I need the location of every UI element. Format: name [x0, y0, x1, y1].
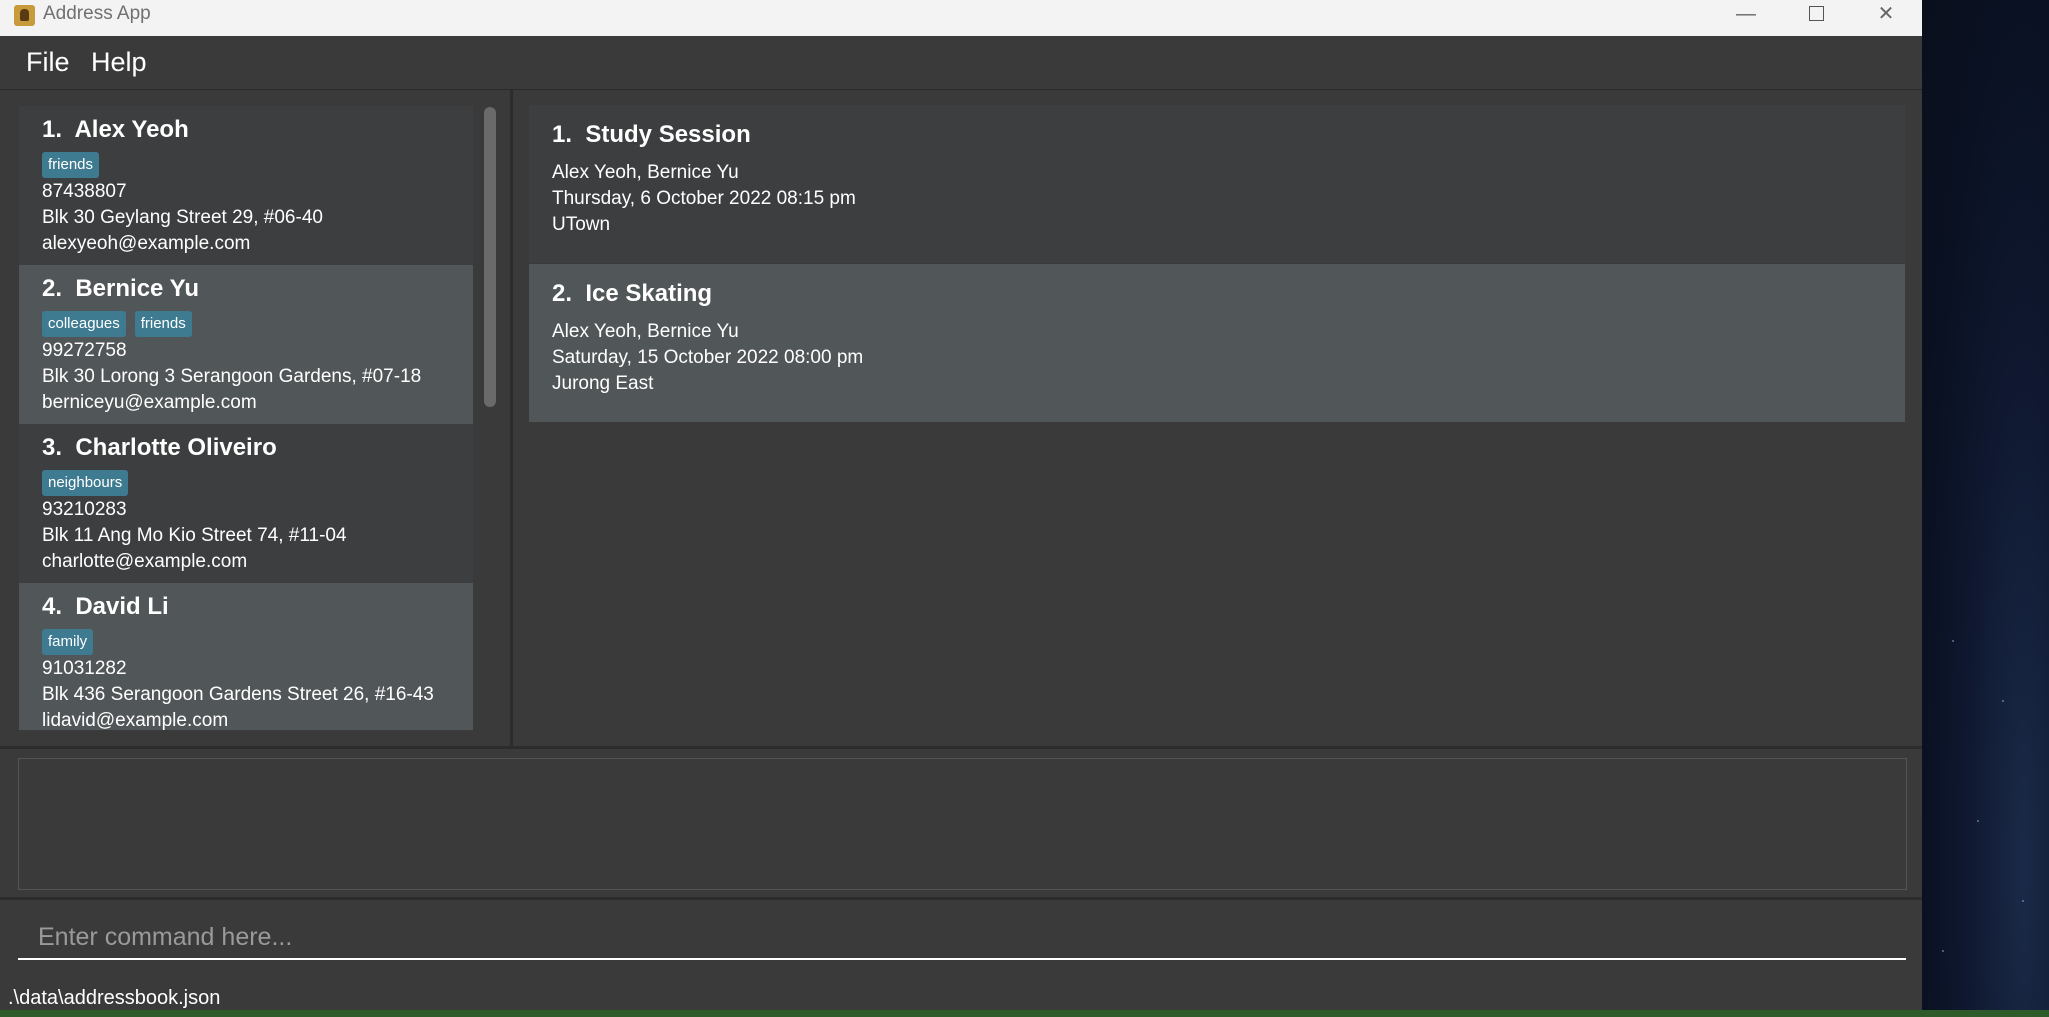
person-phone: 99272758 — [42, 340, 127, 361]
person-card[interactable]: 2. Bernice Yu colleagues friends 99272758… — [19, 265, 473, 424]
person-phone: 93210283 — [42, 499, 127, 520]
save-location-path: .\data\addressbook.json — [8, 987, 221, 1009]
window-title: Address App — [43, 3, 151, 24]
meetup-location: Jurong East — [552, 373, 654, 394]
person-tags: neighbours — [42, 470, 137, 496]
person-phone: 91031282 — [42, 658, 127, 679]
tag-label: friends — [134, 311, 192, 337]
person-card[interactable]: 4. David Li family 91031282 Blk 436 Sera… — [19, 583, 473, 730]
meetup-card[interactable]: 1. Study Session Alex Yeoh, Bernice Yu T… — [529, 105, 1905, 263]
scrollbar-thumb[interactable] — [484, 107, 496, 407]
desktop-background — [1922, 0, 2049, 1017]
meetup-list-panel: 1. Study Session Alex Yeoh, Bernice Yu T… — [513, 92, 1916, 740]
tag-label: family — [42, 629, 94, 655]
person-name: 1. Alex Yeoh — [42, 116, 189, 143]
person-name: 4. David Li — [42, 593, 169, 620]
app-icon — [14, 5, 35, 26]
person-list-scrollbar[interactable] — [478, 106, 498, 730]
address-app-window: Address App — ✕ File Help 1. Alex Yeoh f… — [0, 0, 1922, 1017]
person-list-panel: 1. Alex Yeoh friends 87438807 Blk 30 Gey… — [6, 92, 510, 740]
tag-label: colleagues — [42, 311, 126, 337]
meetup-location: UTown — [552, 214, 611, 235]
meetup-title: 2. Ice Skating — [552, 280, 713, 307]
person-address: Blk 436 Serangoon Gardens Street 26, #16… — [42, 684, 434, 705]
person-card[interactable]: 1. Alex Yeoh friends 87438807 Blk 30 Gey… — [19, 106, 473, 265]
person-name: 3. Charlotte Oliveiro — [42, 434, 277, 461]
person-tags: family — [42, 629, 102, 655]
person-email: lidavid@example.com — [42, 710, 229, 730]
close-button[interactable]: ✕ — [1852, 0, 1920, 30]
person-email: berniceyu@example.com — [42, 392, 257, 413]
maximize-button[interactable] — [1782, 0, 1850, 30]
panel-separator — [0, 897, 1922, 900]
person-address: Blk 11 Ang Mo Kio Street 74, #11-04 — [42, 525, 347, 546]
person-email: charlotte@example.com — [42, 551, 248, 572]
meetup-people: Alex Yeoh, Bernice Yu — [552, 321, 739, 342]
person-name: 2. Bernice Yu — [42, 275, 199, 302]
tag-label: friends — [42, 152, 100, 178]
tag-label: neighbours — [42, 470, 129, 496]
person-card[interactable]: 3. Charlotte Oliveiro neighbours 9321028… — [19, 424, 473, 583]
meetup-card[interactable]: 2. Ice Skating Alex Yeoh, Bernice Yu Sat… — [529, 264, 1905, 422]
meetup-datetime: Thursday, 6 October 2022 08:15 pm — [552, 188, 856, 209]
person-list[interactable]: 1. Alex Yeoh friends 87438807 Blk 30 Gey… — [19, 106, 473, 730]
panel-separator — [0, 746, 1922, 749]
taskbar-edge — [0, 1010, 2049, 1017]
meetup-people: Alex Yeoh, Bernice Yu — [552, 162, 739, 183]
maximize-icon — [1808, 6, 1824, 21]
person-tags: colleagues friends — [42, 311, 201, 337]
meetup-title: 1. Study Session — [552, 121, 751, 148]
person-tags: friends — [42, 152, 108, 178]
person-email: alexyeoh@example.com — [42, 233, 251, 254]
command-box — [18, 908, 1906, 968]
command-input[interactable] — [18, 916, 1906, 960]
minimize-button[interactable]: — — [1712, 0, 1780, 30]
person-address: Blk 30 Lorong 3 Serangoon Gardens, #07-1… — [42, 366, 422, 387]
meetup-datetime: Saturday, 15 October 2022 08:00 pm — [552, 347, 864, 368]
menu-help[interactable]: Help — [91, 46, 147, 78]
menu-file[interactable]: File — [26, 46, 70, 78]
person-address: Blk 30 Geylang Street 29, #06-40 — [42, 207, 323, 228]
menu-bar: File Help — [0, 36, 1922, 90]
title-bar[interactable]: Address App — ✕ — [0, 0, 1922, 37]
result-display[interactable] — [18, 758, 1907, 890]
person-phone: 87438807 — [42, 181, 127, 202]
